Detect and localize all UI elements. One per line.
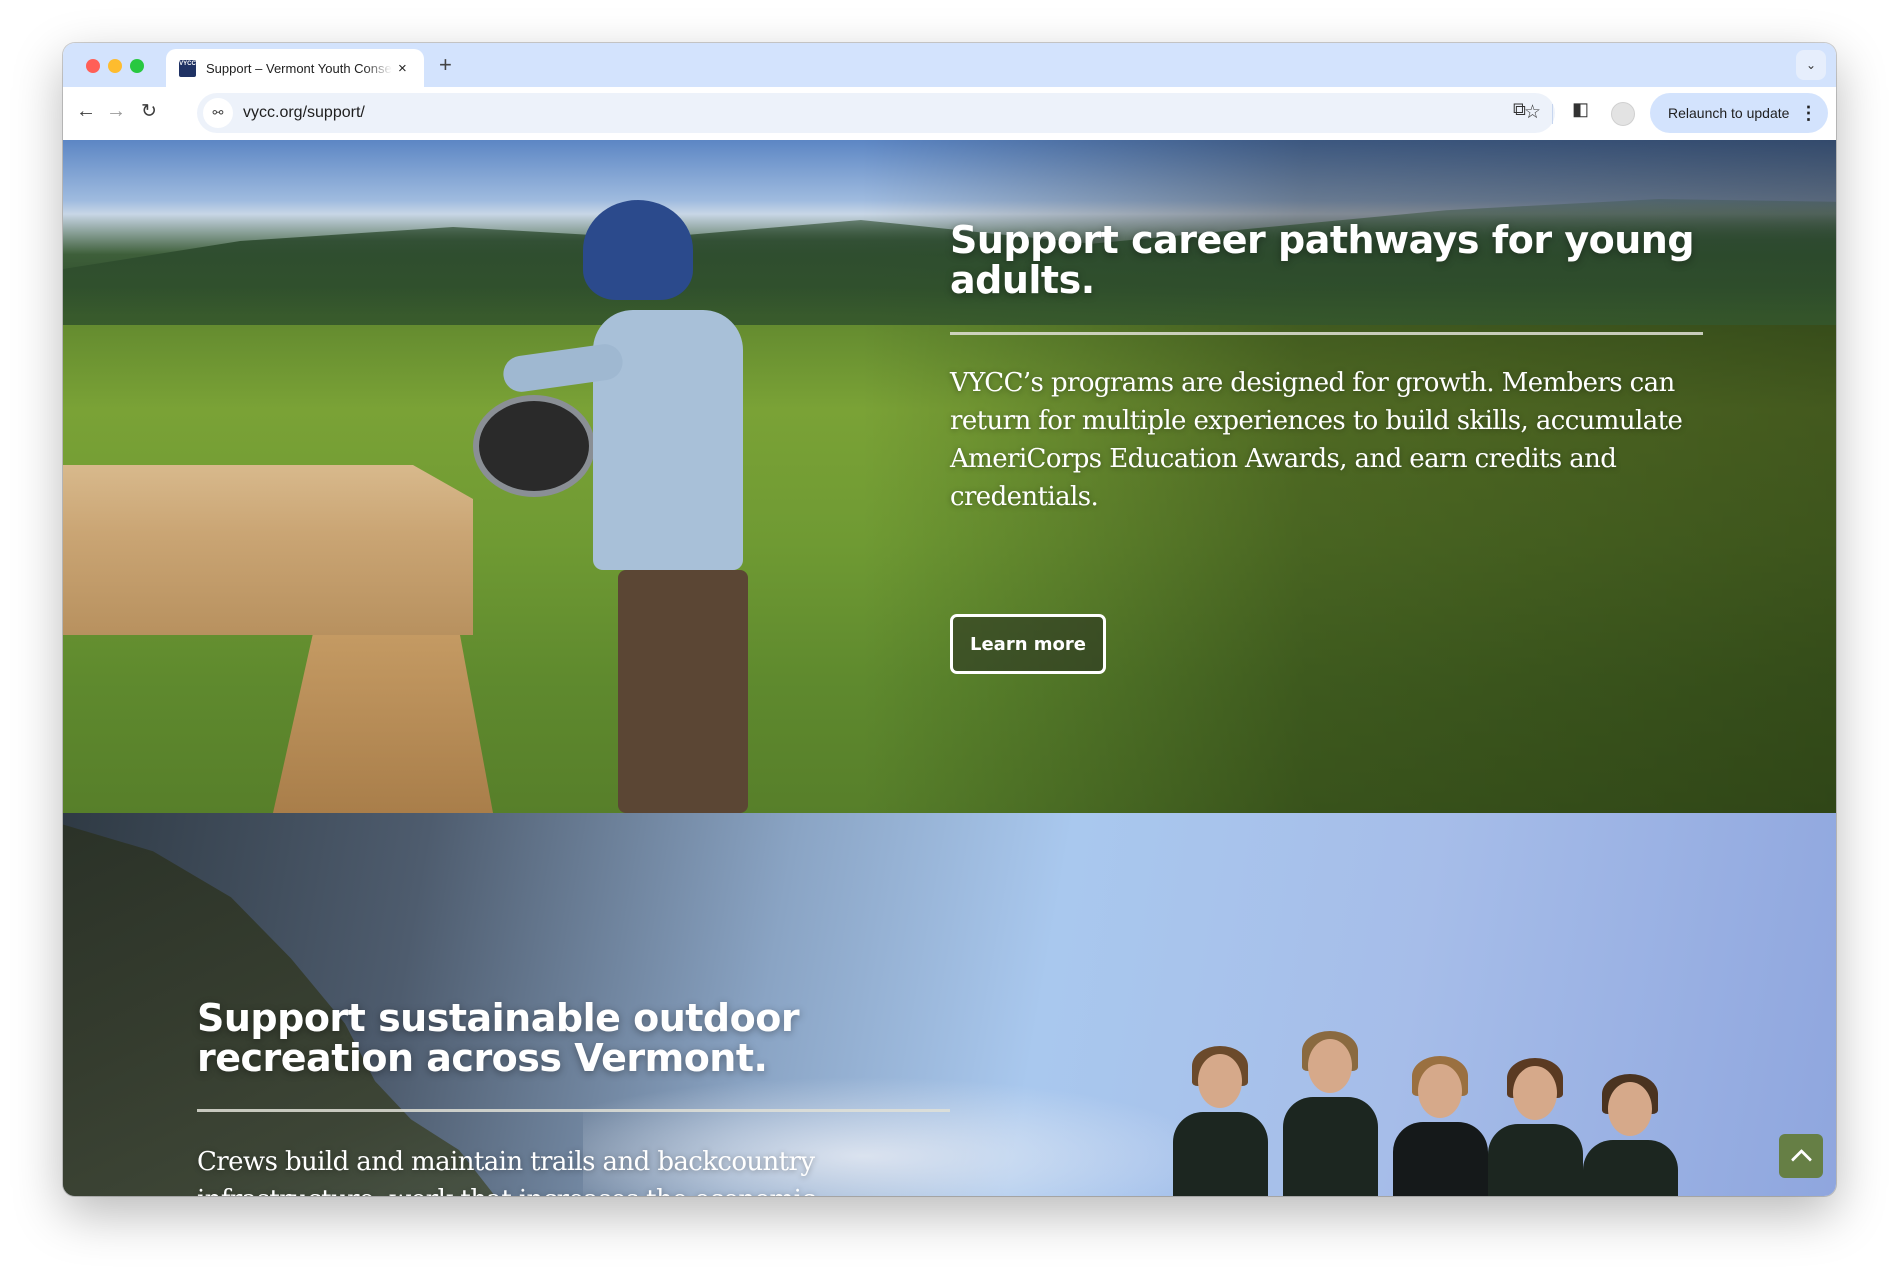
url-text[interactable]: vycc.org/support/ [243,104,365,122]
site-info-button[interactable]: ⚯ [203,98,233,128]
tab-search-button[interactable]: ⌄ [1796,50,1826,80]
new-tab-button[interactable]: + [439,52,452,78]
profile-avatar[interactable] [1611,102,1635,126]
relaunch-to-update-button[interactable]: Relaunch to update ⋮ [1650,93,1828,133]
career-pathways-text: Support career pathways for young adults… [950,220,1710,300]
toolbar-divider [1552,104,1553,124]
extensions-puzzle-icon[interactable]: ⧉ [1513,99,1526,120]
back-button[interactable]: ← [76,100,96,123]
learn-more-button[interactable]: Learn more [950,614,1106,674]
outdoor-recreation-heading: Support sustainable outdoor recreation a… [197,996,800,1080]
sawhorse-image [273,635,493,813]
career-pathways-heading: Support career pathways for young adults… [950,218,1695,302]
helmet-shape [583,200,693,300]
relaunch-label: Relaunch to update [1668,105,1790,121]
page-content: Support career pathways for young adults… [63,140,1836,1196]
close-window-button[interactable] [86,59,100,73]
forward-button[interactable]: → [106,100,126,123]
toolbar: ← → ↻ ⚯ vycc.org/support/ ☆ ⧉ ◧ Relaunch… [63,87,1836,140]
torso-shape [1173,1112,1268,1196]
outdoor-recreation-section: Support sustainable outdoor recreation a… [63,813,1836,1196]
chevron-up-icon [1790,1148,1812,1170]
close-tab-icon[interactable]: × [398,60,407,77]
torso-shape [1283,1097,1378,1196]
head-shape [1308,1039,1352,1093]
outdoor-recreation-body: Crews build and maintain trails and back… [197,1147,816,1196]
career-pathways-body: VYCC’s programs are designed for growth.… [950,368,1683,512]
torso-shape [1583,1140,1678,1196]
lumber-bench-image [63,465,473,635]
minimize-window-button[interactable] [108,59,122,73]
reload-button[interactable]: ↻ [141,100,157,123]
bookmark-star-icon[interactable]: ☆ [1524,101,1541,124]
crew-group-image [1173,1013,1693,1196]
outdoor-recreation-text: Support sustainable outdoor recreation a… [197,998,957,1078]
head-shape [1418,1064,1462,1118]
crew-member-image [501,200,803,813]
kebab-menu-icon[interactable]: ⋮ [1799,103,1817,124]
crew-member [1173,1046,1268,1196]
browser-window: VYCC Support – Vermont Youth Conservatio… [63,43,1836,1196]
tab-strip: VYCC Support – Vermont Youth Conservatio… [63,43,1836,87]
tab-support[interactable]: VYCC Support – Vermont Youth Conservatio… [166,49,424,87]
crew-member [1283,1031,1378,1196]
pants-shape [618,570,748,813]
crew-member [1583,1074,1678,1196]
head-shape [1198,1054,1242,1108]
chevron-down-icon: ⌄ [1805,58,1817,72]
torso-shape [1393,1122,1488,1196]
maximize-window-button[interactable] [130,59,144,73]
tab-title: Support – Vermont Youth Conservation Cor… [206,60,392,76]
scroll-to-top-button[interactable] [1779,1134,1823,1178]
crew-member [1488,1058,1583,1196]
address-bar[interactable]: ⚯ vycc.org/support/ ☆ [197,93,1555,133]
head-shape [1513,1066,1557,1120]
side-panel-icon[interactable]: ◧ [1572,99,1589,120]
career-pathways-divider [950,332,1703,335]
career-pathways-section: Support career pathways for young adults… [63,140,1836,813]
vycc-favicon-icon: VYCC [179,59,196,77]
torso-shape [1488,1124,1583,1196]
outdoor-recreation-divider [197,1109,950,1112]
career-pathways-body-wrap: VYCC’s programs are designed for growth.… [950,364,1730,516]
outdoor-recreation-body-wrap: Crews build and maintain trails and back… [197,1143,957,1196]
tune-icon: ⚯ [212,105,224,120]
crew-member [1393,1056,1488,1196]
head-shape [1608,1082,1652,1136]
